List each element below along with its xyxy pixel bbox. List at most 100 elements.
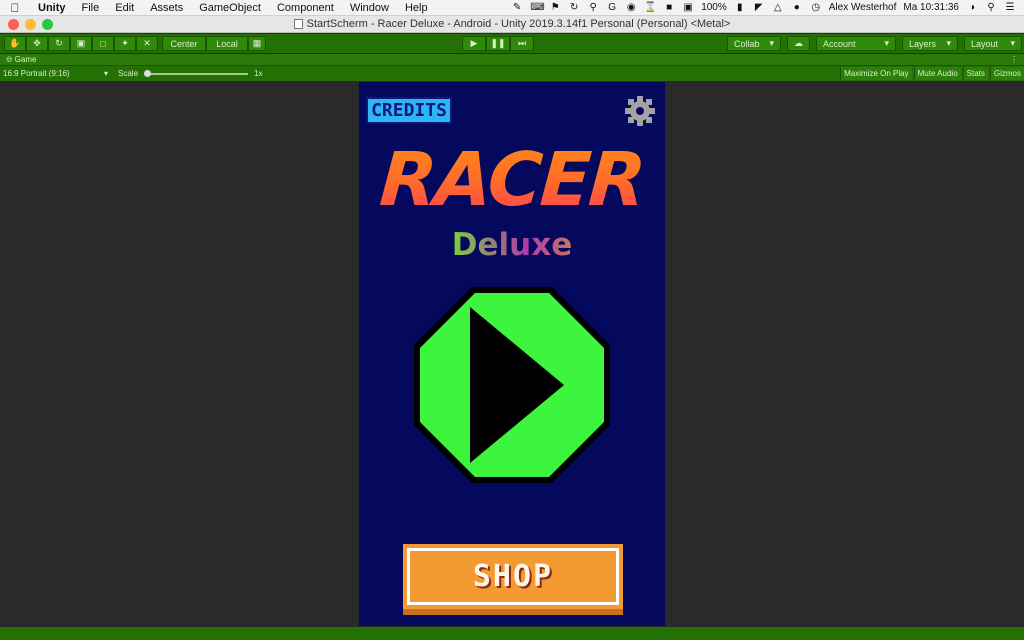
game-canvas: CREDITS RACER Deluxe SHOP	[359, 82, 665, 626]
pivot-local-button[interactable]: Local	[206, 36, 248, 51]
menu-extra-icon[interactable]: ▣	[682, 2, 694, 13]
layers-dropdown[interactable]: Layers ▾	[902, 36, 958, 51]
account-dropdown[interactable]: Account ▾	[816, 36, 896, 51]
rect-tool-icon[interactable]: □	[92, 36, 114, 51]
menu-window[interactable]: Window	[342, 2, 397, 14]
window-title: StartScherm - Racer Deluxe - Android - U…	[306, 18, 731, 30]
scale-control: Scale 1x	[118, 69, 262, 78]
toolbar-right: Collab ▾ ☁ Account ▾ Layers ▾ Layout ▾	[726, 36, 1022, 51]
window-controls	[8, 19, 53, 30]
aspect-ratio-label: 16:9 Portrait (9:16)	[3, 69, 70, 78]
game-tab-label: Game	[14, 54, 37, 64]
scale-slider-knob[interactable]	[144, 69, 152, 77]
stats-toggle[interactable]: Stats	[962, 67, 988, 80]
pivot-center-label: Center	[170, 38, 198, 49]
scale-tool-icon[interactable]: ▣	[70, 36, 92, 51]
rotate-tool-icon[interactable]: ↻	[48, 36, 70, 51]
transform-tool-icon[interactable]: ✦	[114, 36, 136, 51]
scale-value: 1x	[254, 69, 263, 78]
sync-icon[interactable]: ↻	[568, 2, 580, 13]
time-machine-icon[interactable]: ◷	[810, 2, 822, 13]
move-tool-icon[interactable]: ✥	[26, 36, 48, 51]
dropbox-icon[interactable]: ■	[663, 2, 675, 13]
account-label: Account	[823, 38, 856, 49]
gizmos-dropdown[interactable]: Gizmos	[989, 67, 1024, 80]
maximize-on-play-toggle[interactable]: Maximize On Play	[840, 67, 912, 80]
menubar-status-area: ✎ ⌨ ⚑ ↻ ⚲ G ◉ ⌛ ■ ▣ 100% ▮ ◤ △ ● ◷ Alex …	[511, 2, 1024, 13]
shop-button[interactable]: SHOP	[403, 544, 623, 615]
pivot-local-label: Local	[216, 38, 238, 49]
pivot-center-button[interactable]: Center	[162, 36, 206, 51]
airplay-icon[interactable]: △	[772, 2, 784, 13]
menu-help[interactable]: Help	[397, 2, 436, 14]
battery-icon[interactable]: ▮	[734, 2, 746, 13]
custom-tool-icon[interactable]: ✕	[136, 36, 158, 51]
apple-icon[interactable]: 	[0, 1, 30, 15]
status-bar	[0, 627, 1024, 640]
collab-label: Collab	[733, 38, 760, 49]
transform-tools: ✋ ✥ ↻ ▣ □ ✦ ✕	[4, 36, 158, 51]
cloud-icon[interactable]: ☁	[787, 36, 810, 51]
pause-icon[interactable]: ❚❚	[486, 36, 510, 51]
shop-label: SHOP	[472, 559, 554, 594]
pen-icon[interactable]: ✎	[511, 2, 523, 13]
chevron-down-icon: ▾	[884, 38, 889, 48]
keyboard-icon[interactable]: ⌨	[530, 2, 544, 13]
game-view-tab-bar: ⎊ Game ⋮	[0, 54, 1024, 66]
hand-tool-icon[interactable]: ✋	[4, 36, 26, 51]
user-name[interactable]: Alex Westerhof	[829, 2, 897, 13]
layout-dropdown[interactable]: Layout ▾	[964, 36, 1022, 51]
menu-gameobject[interactable]: GameObject	[191, 2, 269, 14]
scale-label: Scale	[118, 69, 139, 78]
menu-app-name[interactable]: Unity	[30, 2, 74, 14]
play-button[interactable]	[414, 287, 610, 483]
spotlight-icon[interactable]: ⚲	[985, 2, 997, 13]
credits-label: CREDITS	[371, 100, 447, 121]
record-icon[interactable]: ●	[791, 2, 803, 13]
play-icon[interactable]: ▶	[462, 36, 486, 51]
chevron-down-icon: ▾	[1010, 38, 1015, 48]
close-window-button[interactable]	[8, 19, 19, 30]
vpn-icon[interactable]: ◉	[625, 2, 637, 13]
collab-dropdown[interactable]: Collab ▾	[726, 36, 781, 51]
menu-file[interactable]: File	[74, 2, 108, 14]
chevron-down-icon: ▾	[103, 69, 108, 78]
hourglass-icon[interactable]: ⌛	[644, 2, 656, 13]
menu-component[interactable]: Component	[269, 2, 342, 14]
layers-label: Layers	[909, 38, 937, 49]
pivot-toggles: Center Local ▦	[162, 36, 266, 51]
search-icon[interactable]: ⚲	[587, 2, 599, 13]
screen-share-icon[interactable]: ◑	[966, 2, 978, 13]
clock[interactable]: Ma 10:31:36	[903, 2, 959, 13]
translate-icon[interactable]: G	[606, 2, 618, 13]
game-view-options: Maximize On Play Mute Audio Stats Gizmos	[838, 67, 1024, 80]
mute-audio-toggle[interactable]: Mute Audio	[913, 67, 961, 80]
more-options-icon[interactable]: ⋮	[1010, 55, 1024, 64]
aspect-ratio-dropdown[interactable]: 16:9 Portrait (9:16) ▾	[0, 69, 112, 78]
battery-percent: 100%	[701, 2, 727, 13]
flag-icon[interactable]: ⚑	[549, 2, 561, 13]
grid-snap-icon[interactable]: ▦	[248, 36, 266, 51]
wifi-icon[interactable]: ◤	[753, 2, 765, 13]
scale-slider[interactable]	[144, 69, 249, 77]
menu-assets[interactable]: Assets	[142, 2, 191, 14]
zoom-window-button[interactable]	[42, 19, 53, 30]
document-icon	[293, 19, 303, 29]
step-icon[interactable]: ⏭	[510, 36, 534, 51]
credits-button[interactable]: CREDITS	[366, 97, 452, 124]
macos-menu-bar:  Unity File Edit Assets GameObject Comp…	[0, 0, 1024, 16]
menu-edit[interactable]: Edit	[107, 2, 142, 14]
minimize-window-button[interactable]	[25, 19, 36, 30]
window-title-bar: StartScherm - Racer Deluxe - Android - U…	[0, 16, 1024, 33]
layout-label: Layout	[971, 38, 999, 49]
game-tab-icon: ⎊	[6, 54, 13, 64]
chevron-down-icon: ▾	[946, 38, 951, 48]
shop-button-frame: SHOP	[407, 548, 619, 605]
unity-toolbar: ✋ ✥ ↻ ▣ □ ✦ ✕ Center Local ▦ ▶ ❚❚ ⏭ Coll…	[0, 34, 1024, 53]
notification-center-icon[interactable]: ☰	[1004, 2, 1016, 13]
tab-game[interactable]: ⎊ Game	[6, 55, 36, 65]
game-subtitle: Deluxe	[359, 227, 665, 263]
chevron-down-icon: ▾	[769, 38, 774, 48]
gear-icon[interactable]	[624, 95, 656, 127]
game-view-control-bar: 16:9 Portrait (9:16) ▾ Scale 1x Maximize…	[0, 66, 1024, 81]
